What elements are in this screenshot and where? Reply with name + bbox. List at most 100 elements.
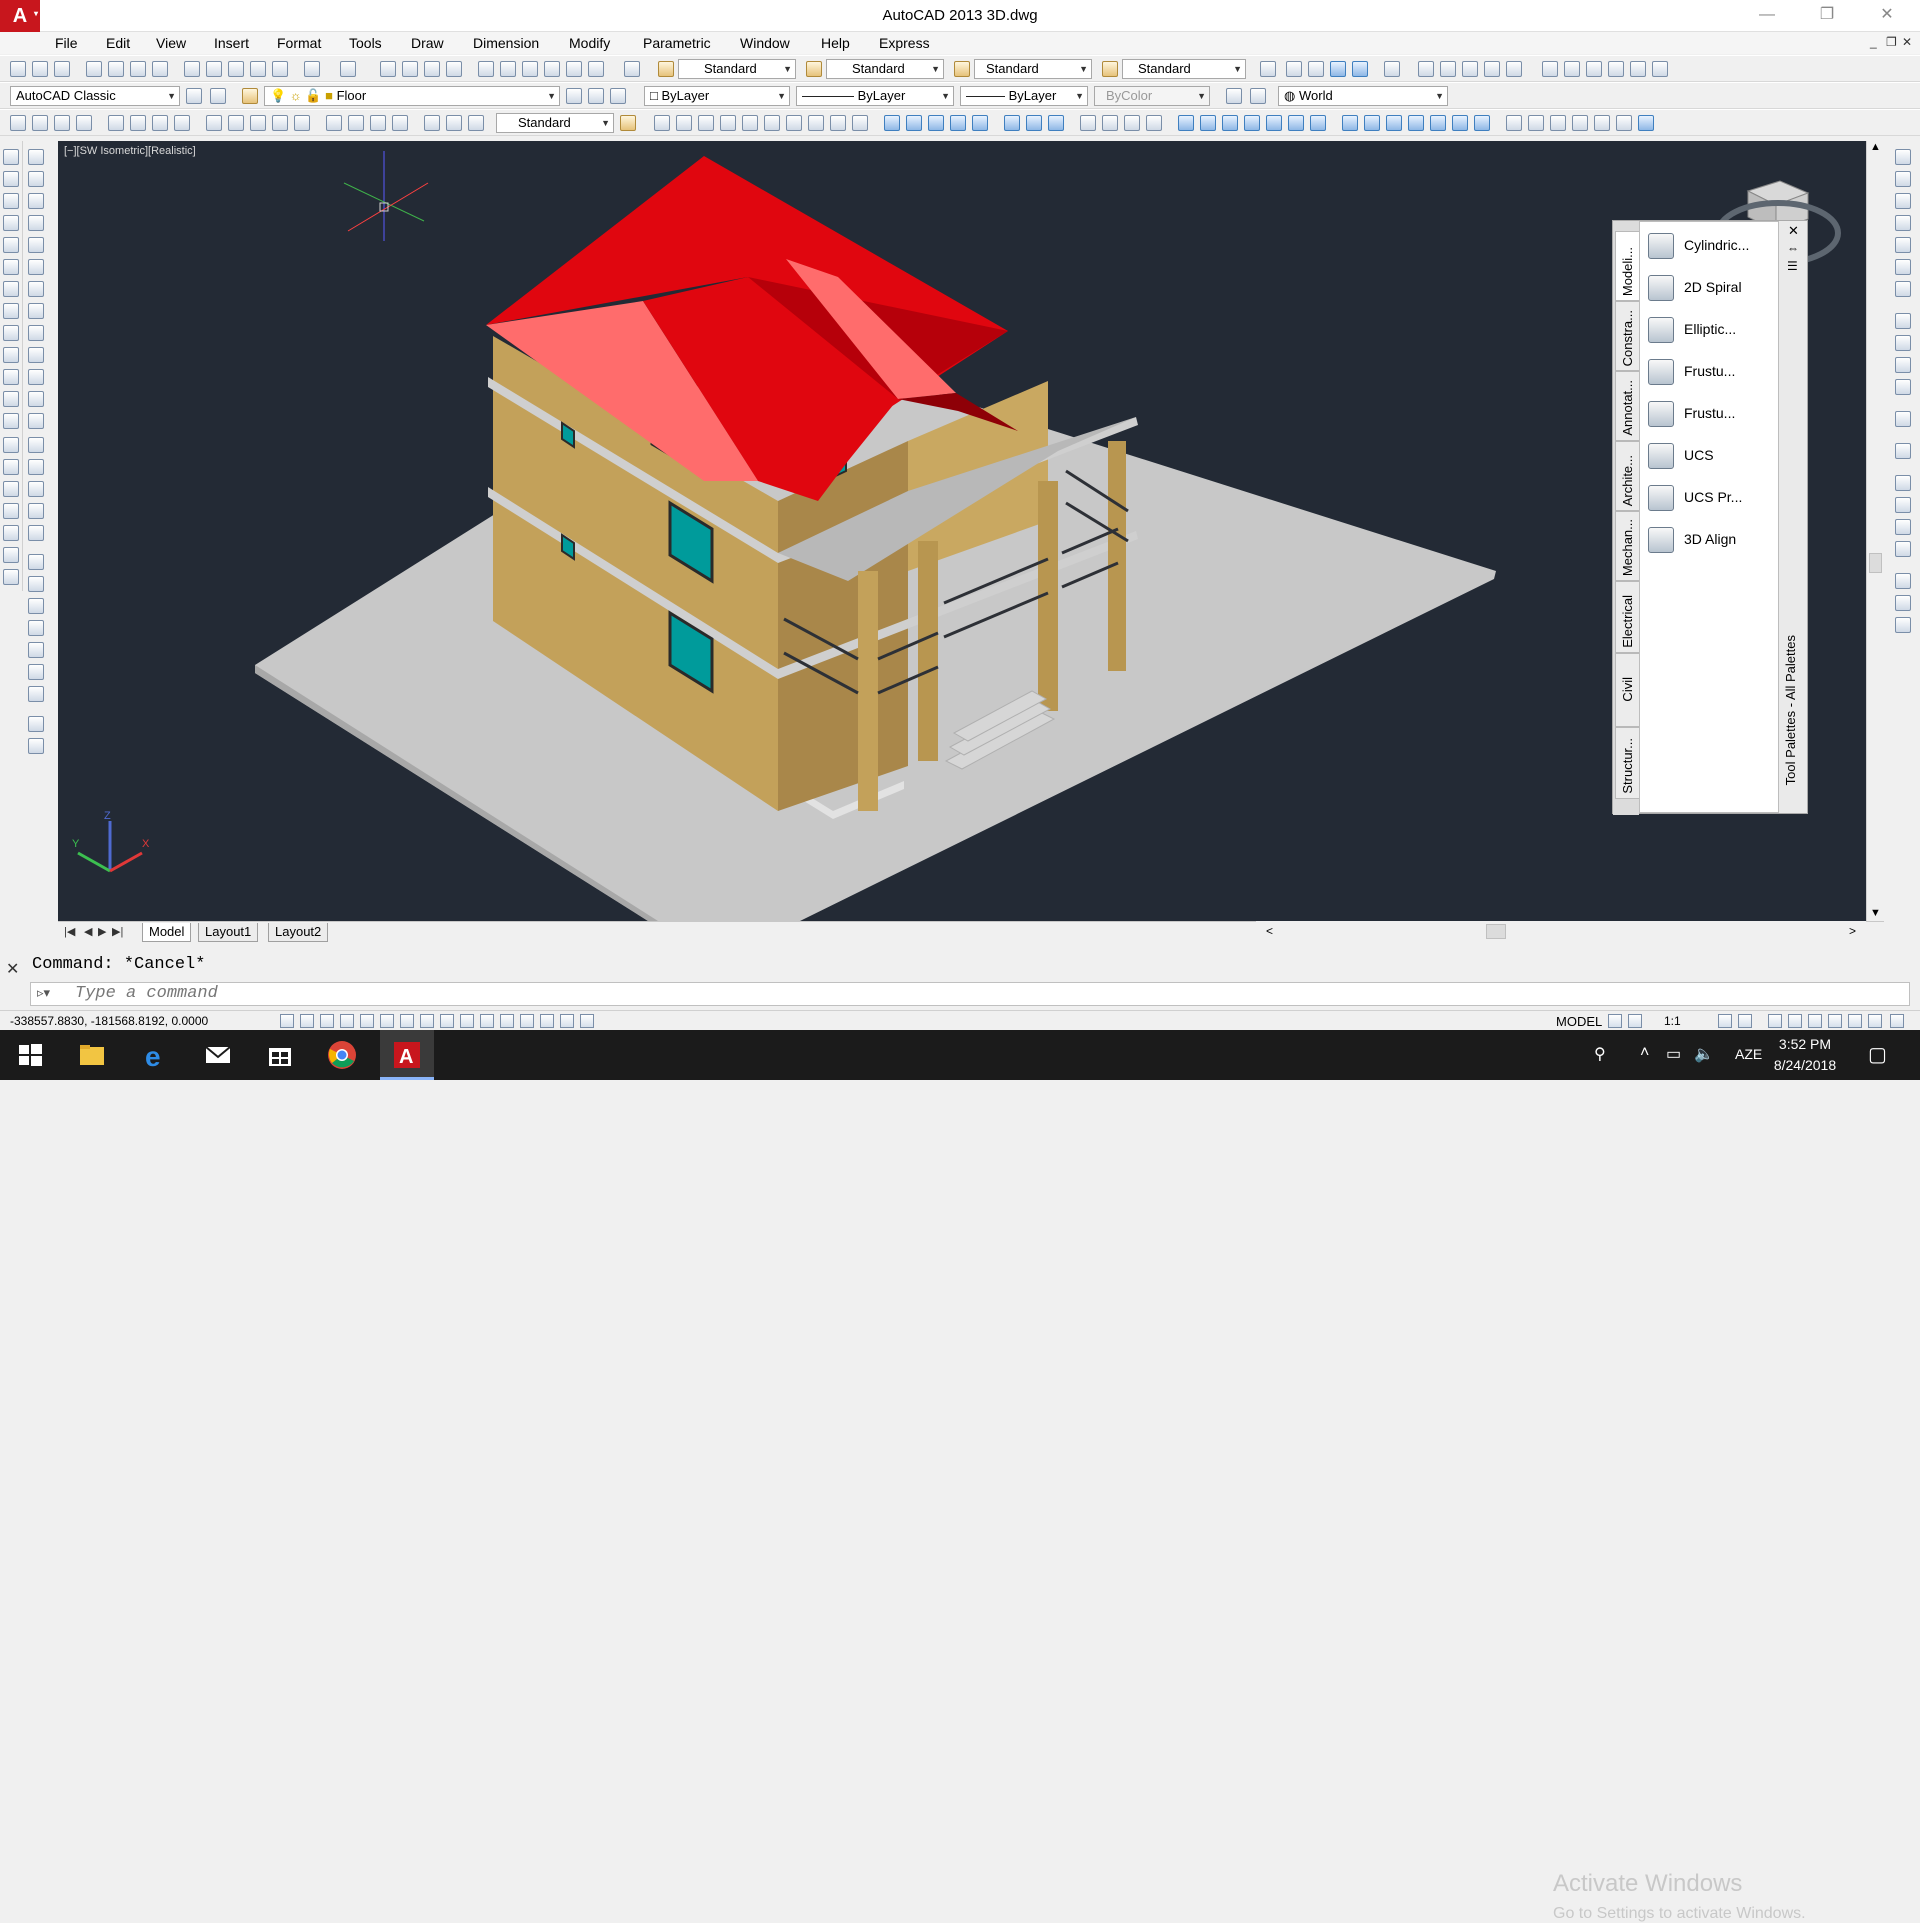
join-icon[interactable] [28,437,44,453]
coordinate-readout[interactable]: -338557.8830, -181568.8192, 0.0000 [10,1014,208,1028]
table-style-select[interactable]: Standard ▼ [974,59,1092,79]
construction-line-icon[interactable] [3,171,19,187]
open-icon[interactable] [32,61,48,77]
scroll-up-icon[interactable]: ▲ [1870,141,1881,153]
dimension-break-icon[interactable] [294,115,310,131]
named-view-icon[interactable] [1895,149,1911,165]
command-prompt-icon[interactable]: ▹▾ [37,983,50,1005]
last-tab-icon[interactable]: ▶| [112,925,123,938]
ucs-origin-icon[interactable] [1895,475,1911,491]
break-icon[interactable] [28,413,44,429]
tolerance-icon[interactable] [326,115,342,131]
view-right-icon[interactable] [1608,61,1624,77]
volume-icon[interactable]: 🔈 [1694,1044,1714,1064]
publish-icon[interactable] [130,61,146,77]
3d-object-snap-icon[interactable] [400,1014,414,1028]
cut-icon[interactable] [184,61,200,77]
palette-item-frustum-pyramid[interactable]: Frustu... [1648,396,1778,430]
edge-browser-icon[interactable]: e [140,1039,172,1071]
visual-style-conceptual-icon[interactable] [1352,61,1368,77]
isolate-objects-icon[interactable] [1828,1014,1842,1028]
rectangle-icon[interactable] [3,237,19,253]
palette-tab-architectural[interactable]: Archite... [1615,441,1639,511]
right-view-icon[interactable] [1895,237,1911,253]
offset-icon[interactable] [28,215,44,231]
section-icon[interactable] [1528,115,1544,131]
tab-model[interactable]: Model [142,923,192,942]
save-icon[interactable] [54,61,70,77]
copy-face-icon[interactable] [1342,115,1358,131]
helix-icon[interactable] [852,115,868,131]
menu-view[interactable]: View [156,35,186,51]
palette-titlebar[interactable]: ✕ ⇔ ☰ Tool Palettes - All Palettes [1779,221,1807,813]
ucs-zaxis-icon[interactable] [1895,497,1911,513]
input-language[interactable]: AZE [1735,1046,1762,1062]
scale-icon[interactable] [28,303,44,319]
clean-icon[interactable] [1408,115,1424,131]
auto-scale-icon[interactable] [1738,1014,1752,1028]
layer-match-icon[interactable] [610,88,626,104]
toolbar3-dim-style-select[interactable]: Standard ▼ [496,113,614,133]
palette-item-ucs[interactable]: UCS [1648,438,1778,472]
union-icon[interactable] [1004,115,1020,131]
quickcalc-icon[interactable] [588,61,604,77]
drawing-minimize-icon[interactable]: _ [1870,35,1877,49]
pyramid-icon[interactable] [764,115,780,131]
presspull-icon[interactable] [906,115,922,131]
vertical-scrollbar[interactable]: ▲ ▼ [1866,141,1884,921]
ortho-mode-icon[interactable] [340,1014,354,1028]
revolve-icon[interactable] [950,115,966,131]
extrude-icon[interactable] [884,115,900,131]
polyline-icon[interactable] [3,193,19,209]
zoom-scale-icon[interactable] [28,598,44,614]
view-front-icon[interactable] [1564,61,1580,77]
taper-face-icon[interactable] [1310,115,1326,131]
cone-icon[interactable] [698,115,714,131]
palette-tab-civil[interactable]: Civil [1615,653,1639,727]
dimension-space-icon[interactable] [272,115,288,131]
autocad-taskbar-button[interactable]: A [380,1030,434,1080]
sweep-icon[interactable] [928,115,944,131]
help-icon[interactable] [624,61,640,77]
tool-palettes-icon[interactable] [522,61,538,77]
revision-cloud-icon[interactable] [3,303,19,319]
dimension-edit-icon[interactable] [424,115,440,131]
undo-icon[interactable] [304,61,320,77]
workspace-switching-icon[interactable] [1768,1014,1782,1028]
windows-start-icon[interactable] [14,1039,46,1071]
drawing-close-icon[interactable]: ✕ [1902,35,1912,49]
clock-date[interactable]: 8/24/2018 [1760,1057,1850,1073]
zoom-object-icon[interactable] [28,642,44,658]
restore-button[interactable]: ❐ [1800,0,1854,30]
palette-item-elliptical-cylinder[interactable]: Elliptic... [1648,312,1778,346]
redo-icon[interactable] [340,61,356,77]
arc-length-icon[interactable] [54,115,70,131]
mleader-style-icon[interactable] [1102,61,1118,77]
zoom-window-icon[interactable] [424,61,440,77]
color-face-icon[interactable] [1364,115,1380,131]
intersect-icon[interactable] [1048,115,1064,131]
layer-properties-icon[interactable] [242,88,258,104]
menu-draw[interactable]: Draw [411,35,444,51]
palette-item-frustum-cone[interactable]: Frustu... [1648,354,1778,388]
fullscreen-icon[interactable] [1890,1014,1904,1028]
markup-icon[interactable] [566,61,582,77]
check-icon[interactable] [1474,115,1490,131]
transparency-icon[interactable] [500,1014,514,1028]
menu-express[interactable]: Express [879,35,930,51]
sw-iso-view-icon[interactable] [1895,313,1911,329]
palette-tab-annotation[interactable]: Annotat... [1615,371,1639,441]
insert-block-icon[interactable] [3,391,19,407]
properties-icon[interactable] [478,61,494,77]
loft-icon[interactable] [972,115,988,131]
solid-edit-icon[interactable] [1178,115,1194,131]
close-button[interactable]: ✕ [1860,0,1914,30]
circle-icon[interactable] [3,281,19,297]
ucs-x-icon[interactable] [1895,541,1911,557]
command-close-button[interactable]: ✕ [6,959,19,979]
extend-icon[interactable] [28,369,44,385]
3d-rotate-icon[interactable] [1102,115,1118,131]
nw-iso-view-icon[interactable] [1895,379,1911,395]
view-sw-iso-icon[interactable] [1630,61,1646,77]
status-menu-icon[interactable] [1848,1014,1862,1028]
